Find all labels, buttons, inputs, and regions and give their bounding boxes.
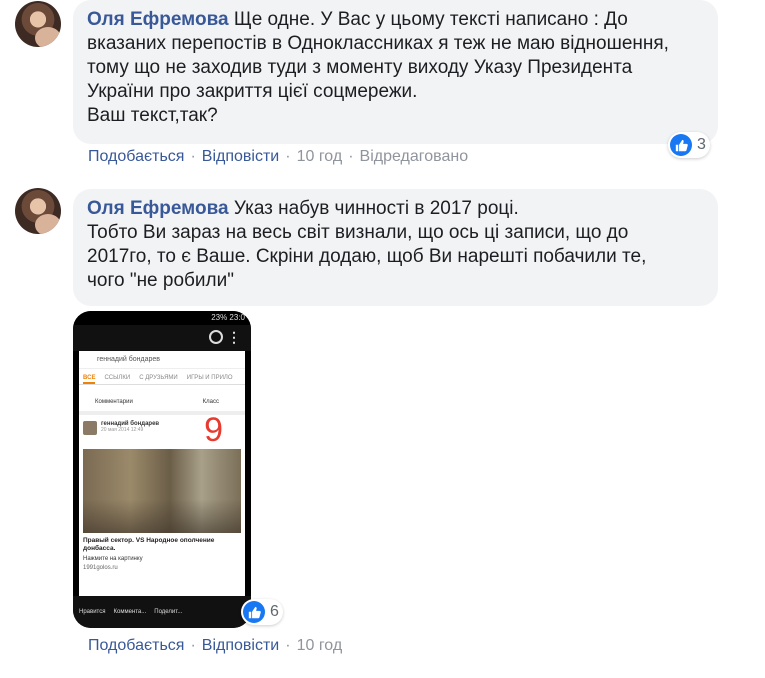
search-query: геннадий бондарев: [79, 351, 245, 369]
phone-screen: геннадий бондарев ВСЕ ССЫЛКИ С ДРУЗЬЯМИ …: [79, 351, 245, 596]
post-link: Нажмите на картинку: [83, 556, 143, 562]
separator: ·: [190, 148, 196, 165]
reaction-summary[interactable]: 6: [241, 599, 283, 625]
reply-link[interactable]: Відповісти: [202, 637, 279, 654]
post-avatar: [83, 421, 97, 435]
separator: ·: [348, 148, 354, 165]
post-photo: [83, 449, 241, 533]
like-icon: [670, 134, 692, 156]
attached-image[interactable]: 23% 23:0 ⋮ геннадий бондарев ВСЕ ССЫЛКИ …: [73, 311, 251, 628]
phone-footer: Нравится Коммента... Поделит...: [73, 596, 251, 628]
reply-link[interactable]: Відповісти: [202, 148, 279, 165]
avatar[interactable]: [15, 1, 61, 47]
comments-label: Комментарии: [95, 399, 133, 405]
separator: ·: [190, 637, 196, 654]
comment-author[interactable]: Оля Ефремова: [87, 9, 229, 30]
phone-status-bar: 23% 23:0: [73, 311, 251, 325]
reaction-summary[interactable]: 3: [668, 132, 710, 158]
footer-share: Поделит...: [154, 609, 183, 615]
like-link[interactable]: Подобається: [88, 637, 184, 654]
timestamp[interactable]: 10 год: [297, 148, 343, 165]
tab-links: ССЫЛКИ: [104, 375, 131, 381]
phone-post-card: геннадий бондарев 20 мая 2014 12:49 9 Пр…: [79, 411, 245, 577]
tab-all: ВСЕ: [83, 375, 96, 384]
comment-actions: Подобається · Відповісти · 10 год: [88, 637, 342, 655]
reaction-count: 3: [697, 136, 706, 153]
phone-app-bar: ⋮: [73, 325, 251, 351]
search-icon: [209, 330, 223, 344]
comment-actions: Подобається · Відповісти · 10 год · Відредагов…: [88, 148, 468, 166]
separator: ·: [285, 148, 291, 165]
like-link[interactable]: Подобається: [88, 148, 184, 165]
tab-friends: С ДРУЗЬЯМИ: [139, 375, 178, 381]
more-icon: ⋮: [227, 329, 241, 345]
post-source: 1991golos.ru: [83, 565, 118, 571]
timestamp[interactable]: 10 год: [297, 637, 343, 654]
comment-bubble: Оля Ефремова Указ набув чинності в 2017 …: [73, 189, 718, 306]
reaction-count: 6: [270, 603, 279, 620]
phone-tabs: ВСЕ ССЫЛКИ С ДРУЗЬЯМИ ИГРЫ И ПРИЛО: [79, 369, 245, 385]
class-label: Класс: [202, 399, 219, 405]
annotation-number: 9: [204, 411, 223, 449]
post-date: 20 мая 2014 12:49: [101, 427, 144, 433]
tab-games: ИГРЫ И ПРИЛО: [186, 375, 233, 381]
avatar[interactable]: [15, 188, 61, 234]
separator: ·: [285, 637, 291, 654]
comment-bubble: Оля Ефремова Ще одне. У Вас у цьому текс…: [73, 0, 718, 144]
comment-author[interactable]: Оля Ефремова: [87, 198, 229, 219]
footer-like: Нравится: [79, 609, 106, 615]
like-icon: [243, 601, 265, 623]
footer-comment: Коммента...: [113, 609, 147, 615]
post-caption: Правый сектор. VS Народное ополчение дон…: [83, 537, 215, 552]
edited-label[interactable]: Відредаговано: [360, 148, 469, 165]
